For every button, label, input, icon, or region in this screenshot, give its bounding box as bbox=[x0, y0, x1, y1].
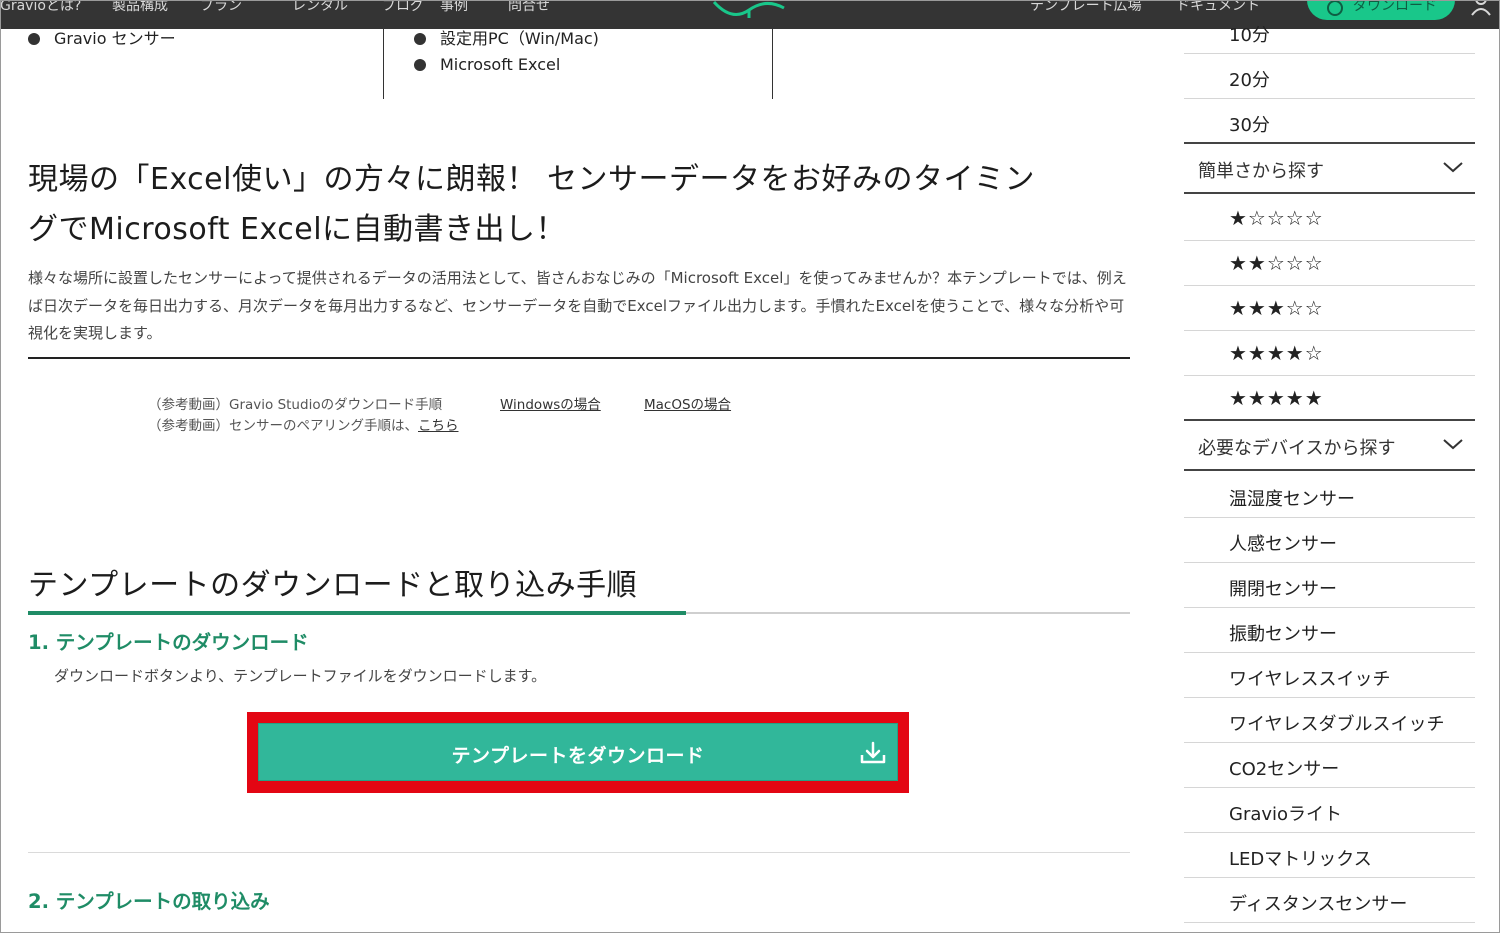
sidebar-item-stars-5[interactable]: ★★★★★ bbox=[1184, 376, 1475, 421]
article-lead-text: 様々な場所に設置したセンサーによって提供されるデータの活用法として、皆さんおなじ… bbox=[28, 269, 1127, 342]
sidebar-item-stars-1[interactable]: ★☆☆☆☆ bbox=[1184, 196, 1475, 241]
column-divider bbox=[383, 29, 384, 99]
nav-item-plans[interactable]: プラン bbox=[200, 0, 242, 15]
download-template-label: テンプレートをダウンロード bbox=[451, 745, 705, 767]
nav-item-template-plaza[interactable]: テンプレート広場 bbox=[1030, 0, 1142, 15]
sidebar-item-device[interactable]: 温湿度センサー bbox=[1184, 473, 1475, 518]
nav-item-cases[interactable]: 事例 bbox=[440, 0, 468, 15]
ref-windows-link[interactable]: Windowsの場合 bbox=[500, 395, 601, 416]
reference-videos: （参考動画）Gravio Studioのダウンロード手順 Windowsの場合 … bbox=[148, 395, 731, 437]
article-title: 現場の「Excel使い」の方々に朗報！ センサーデータをお好みのタイミン グでMi… bbox=[28, 162, 1036, 247]
sidebar-item-stars-2[interactable]: ★★☆☆☆ bbox=[1184, 241, 1475, 286]
sidebar-item-device[interactable]: Gravioライト bbox=[1184, 788, 1475, 833]
sidebar-item-time-30[interactable]: 30分 bbox=[1184, 99, 1475, 144]
nav-item-rental[interactable]: レンタル bbox=[292, 0, 348, 15]
sidebar-item-stars-4[interactable]: ★★★★☆ bbox=[1184, 331, 1475, 376]
sidebar-item-time-10[interactable]: 10分 bbox=[1184, 9, 1475, 54]
sidebar-item-device[interactable]: 振動センサー bbox=[1184, 608, 1475, 653]
section-title: テンプレートのダウンロードと取り込み手順 bbox=[28, 568, 638, 603]
requirements-list-sensors: Gravio センサー bbox=[28, 26, 176, 52]
chevron-down-icon bbox=[1443, 439, 1463, 450]
chevron-down-icon bbox=[1443, 162, 1463, 173]
sidebar-item-device[interactable]: CO2センサー bbox=[1184, 743, 1475, 788]
sidebar-device-header[interactable]: 必要なデバイスから探す bbox=[1184, 423, 1475, 471]
list-item: 設定用PC（Win/Mac) bbox=[414, 26, 599, 52]
nav-item-blog[interactable]: ブログ bbox=[382, 0, 424, 15]
sidebar-difficulty-header[interactable]: 簡単さから探す bbox=[1184, 146, 1475, 194]
sidebar-item-device[interactable]: LEDマトリックス bbox=[1184, 833, 1475, 878]
ref-download-label: （参考動画）Gravio Studioのダウンロード手順 bbox=[148, 397, 443, 413]
download-icon bbox=[860, 741, 886, 764]
nav-item-products[interactable]: 製品構成 bbox=[112, 0, 168, 15]
ref-pairing-link[interactable]: こちら bbox=[418, 418, 459, 434]
ref-macos-link[interactable]: MacOSの場合 bbox=[644, 395, 731, 416]
list-item: Microsoft Excel bbox=[414, 52, 599, 78]
sidebar-item-device[interactable]: 人感センサー bbox=[1184, 518, 1475, 563]
section-underline-accent bbox=[28, 611, 686, 615]
sidebar-item-device[interactable]: ワイヤレスダブルスイッチ bbox=[1184, 698, 1475, 743]
column-divider bbox=[772, 29, 773, 99]
download-template-button[interactable]: テンプレートをダウンロード bbox=[258, 723, 898, 781]
sidebar-item-time-20[interactable]: 20分 bbox=[1184, 54, 1475, 99]
requirements-list-software: 設定用PC（Win/Mac) Microsoft Excel bbox=[414, 26, 599, 78]
nav-item-contact[interactable]: 問合せ bbox=[508, 0, 550, 15]
nav-item-about[interactable]: Gravioとは? bbox=[0, 0, 81, 15]
step2-title: 2. テンプレートの取り込み bbox=[28, 890, 270, 913]
divider bbox=[28, 852, 1130, 853]
divider bbox=[28, 357, 1130, 359]
gravio-logo-icon[interactable] bbox=[712, 0, 786, 18]
ref-pairing-label: （参考動画）センサーのペアリング手順は、 bbox=[148, 418, 418, 434]
sidebar-item-device[interactable]: ワイヤレススイッチ bbox=[1184, 653, 1475, 698]
sidebar-item-stars-3[interactable]: ★★★☆☆ bbox=[1184, 286, 1475, 331]
sidebar-item-device[interactable]: 開閉センサー bbox=[1184, 563, 1475, 608]
step1-description: ダウンロードボタンより、テンプレートファイルをダウンロードします。 bbox=[54, 667, 547, 685]
list-item: Gravio センサー bbox=[28, 26, 176, 52]
sidebar-item-device[interactable]: ディスタンスセンサー bbox=[1184, 878, 1475, 923]
step1-title: 1. テンプレートのダウンロード bbox=[28, 631, 309, 654]
